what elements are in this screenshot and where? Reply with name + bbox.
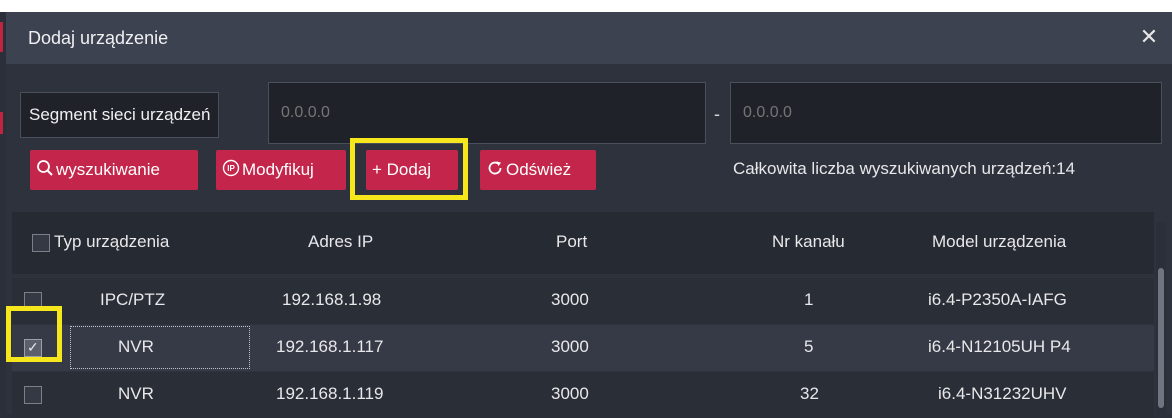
segment-to-input[interactable] — [730, 82, 1162, 144]
table-scrollbar[interactable] — [1156, 222, 1166, 414]
table-row[interactable]: IPC/PTZ 192.168.1.98 3000 1 i6.4-P2350A-… — [12, 278, 1154, 324]
refresh-button[interactable]: Odśwież — [480, 150, 596, 190]
cell-model: i6.4-N12105UH P4 — [928, 337, 1071, 356]
table-row[interactable]: NVR 192.168.1.119 3000 32 i6.4-N31232UHV — [12, 372, 1154, 418]
cell-device-type: NVR — [118, 337, 154, 356]
segment-label: Segment sieci urządzeń — [20, 92, 220, 138]
add-button-highlight — [350, 138, 468, 200]
refresh-icon — [486, 152, 504, 192]
cell-device-type: IPC/PTZ — [100, 290, 166, 309]
total-count: Całkowita liczba wyszukiwanych urządzeń:… — [733, 159, 1076, 178]
search-icon — [36, 152, 54, 192]
header-port: Port — [556, 232, 588, 251]
dialog-titlebar: Dodaj urządzenie ✕ — [6, 12, 1172, 64]
modify-button[interactable]: IP Modyfikuj — [216, 150, 346, 190]
modify-button-label: Modyfikuj — [242, 160, 314, 179]
header-channel: Nr kanału — [772, 232, 845, 251]
cell-port: 3000 — [551, 337, 589, 356]
checkbox-highlight — [6, 306, 62, 362]
header-model: Model urządzenia — [932, 232, 1067, 251]
add-device-dialog: Dodaj urządzenie ✕ Segment sieci urządze… — [6, 12, 1172, 418]
cell-port: 3000 — [551, 290, 589, 309]
dialog-title: Dodaj urządzenie — [28, 28, 169, 48]
row-focus-outline — [70, 326, 250, 369]
ip-icon: IP — [222, 152, 240, 192]
header-ip: Adres IP — [308, 232, 374, 251]
cell-ip: 192.168.1.98 — [282, 290, 382, 309]
segment-separator: - — [714, 104, 720, 124]
table-header: Typ urządzenia Adres IP Port Nr kanału M… — [12, 212, 1154, 274]
search-button[interactable]: wyszukiwanie — [30, 150, 198, 190]
row-checkbox[interactable] — [24, 386, 42, 404]
edge-accent — [0, 112, 3, 134]
cell-port: 3000 — [551, 384, 589, 403]
edge-accent — [0, 22, 3, 52]
svg-text:IP: IP — [227, 164, 235, 173]
cell-channel: 1 — [804, 290, 814, 309]
cell-device-type: NVR — [118, 384, 154, 403]
refresh-button-label: Odśwież — [506, 160, 572, 179]
select-all-checkbox[interactable] — [32, 234, 50, 252]
cell-channel: 32 — [800, 384, 819, 403]
search-button-label: wyszukiwanie — [56, 160, 160, 179]
scrollbar-thumb[interactable] — [1158, 268, 1164, 408]
cell-ip: 192.168.1.119 — [276, 384, 384, 403]
cell-model: i6.4-N31232UHV — [938, 384, 1067, 403]
cell-ip: 192.168.1.117 — [276, 337, 384, 356]
table-row[interactable]: NVR 192.168.1.117 3000 5 i6.4-N12105UH P… — [12, 325, 1154, 371]
segment-from-input[interactable] — [268, 82, 706, 144]
cell-model: i6.4-P2350A-IAFG — [928, 290, 1067, 309]
top-strip — [0, 0, 1172, 12]
header-device-type: Typ urządzenia — [54, 232, 170, 251]
cell-channel: 5 — [804, 337, 814, 356]
close-icon[interactable]: ✕ — [1136, 24, 1162, 50]
